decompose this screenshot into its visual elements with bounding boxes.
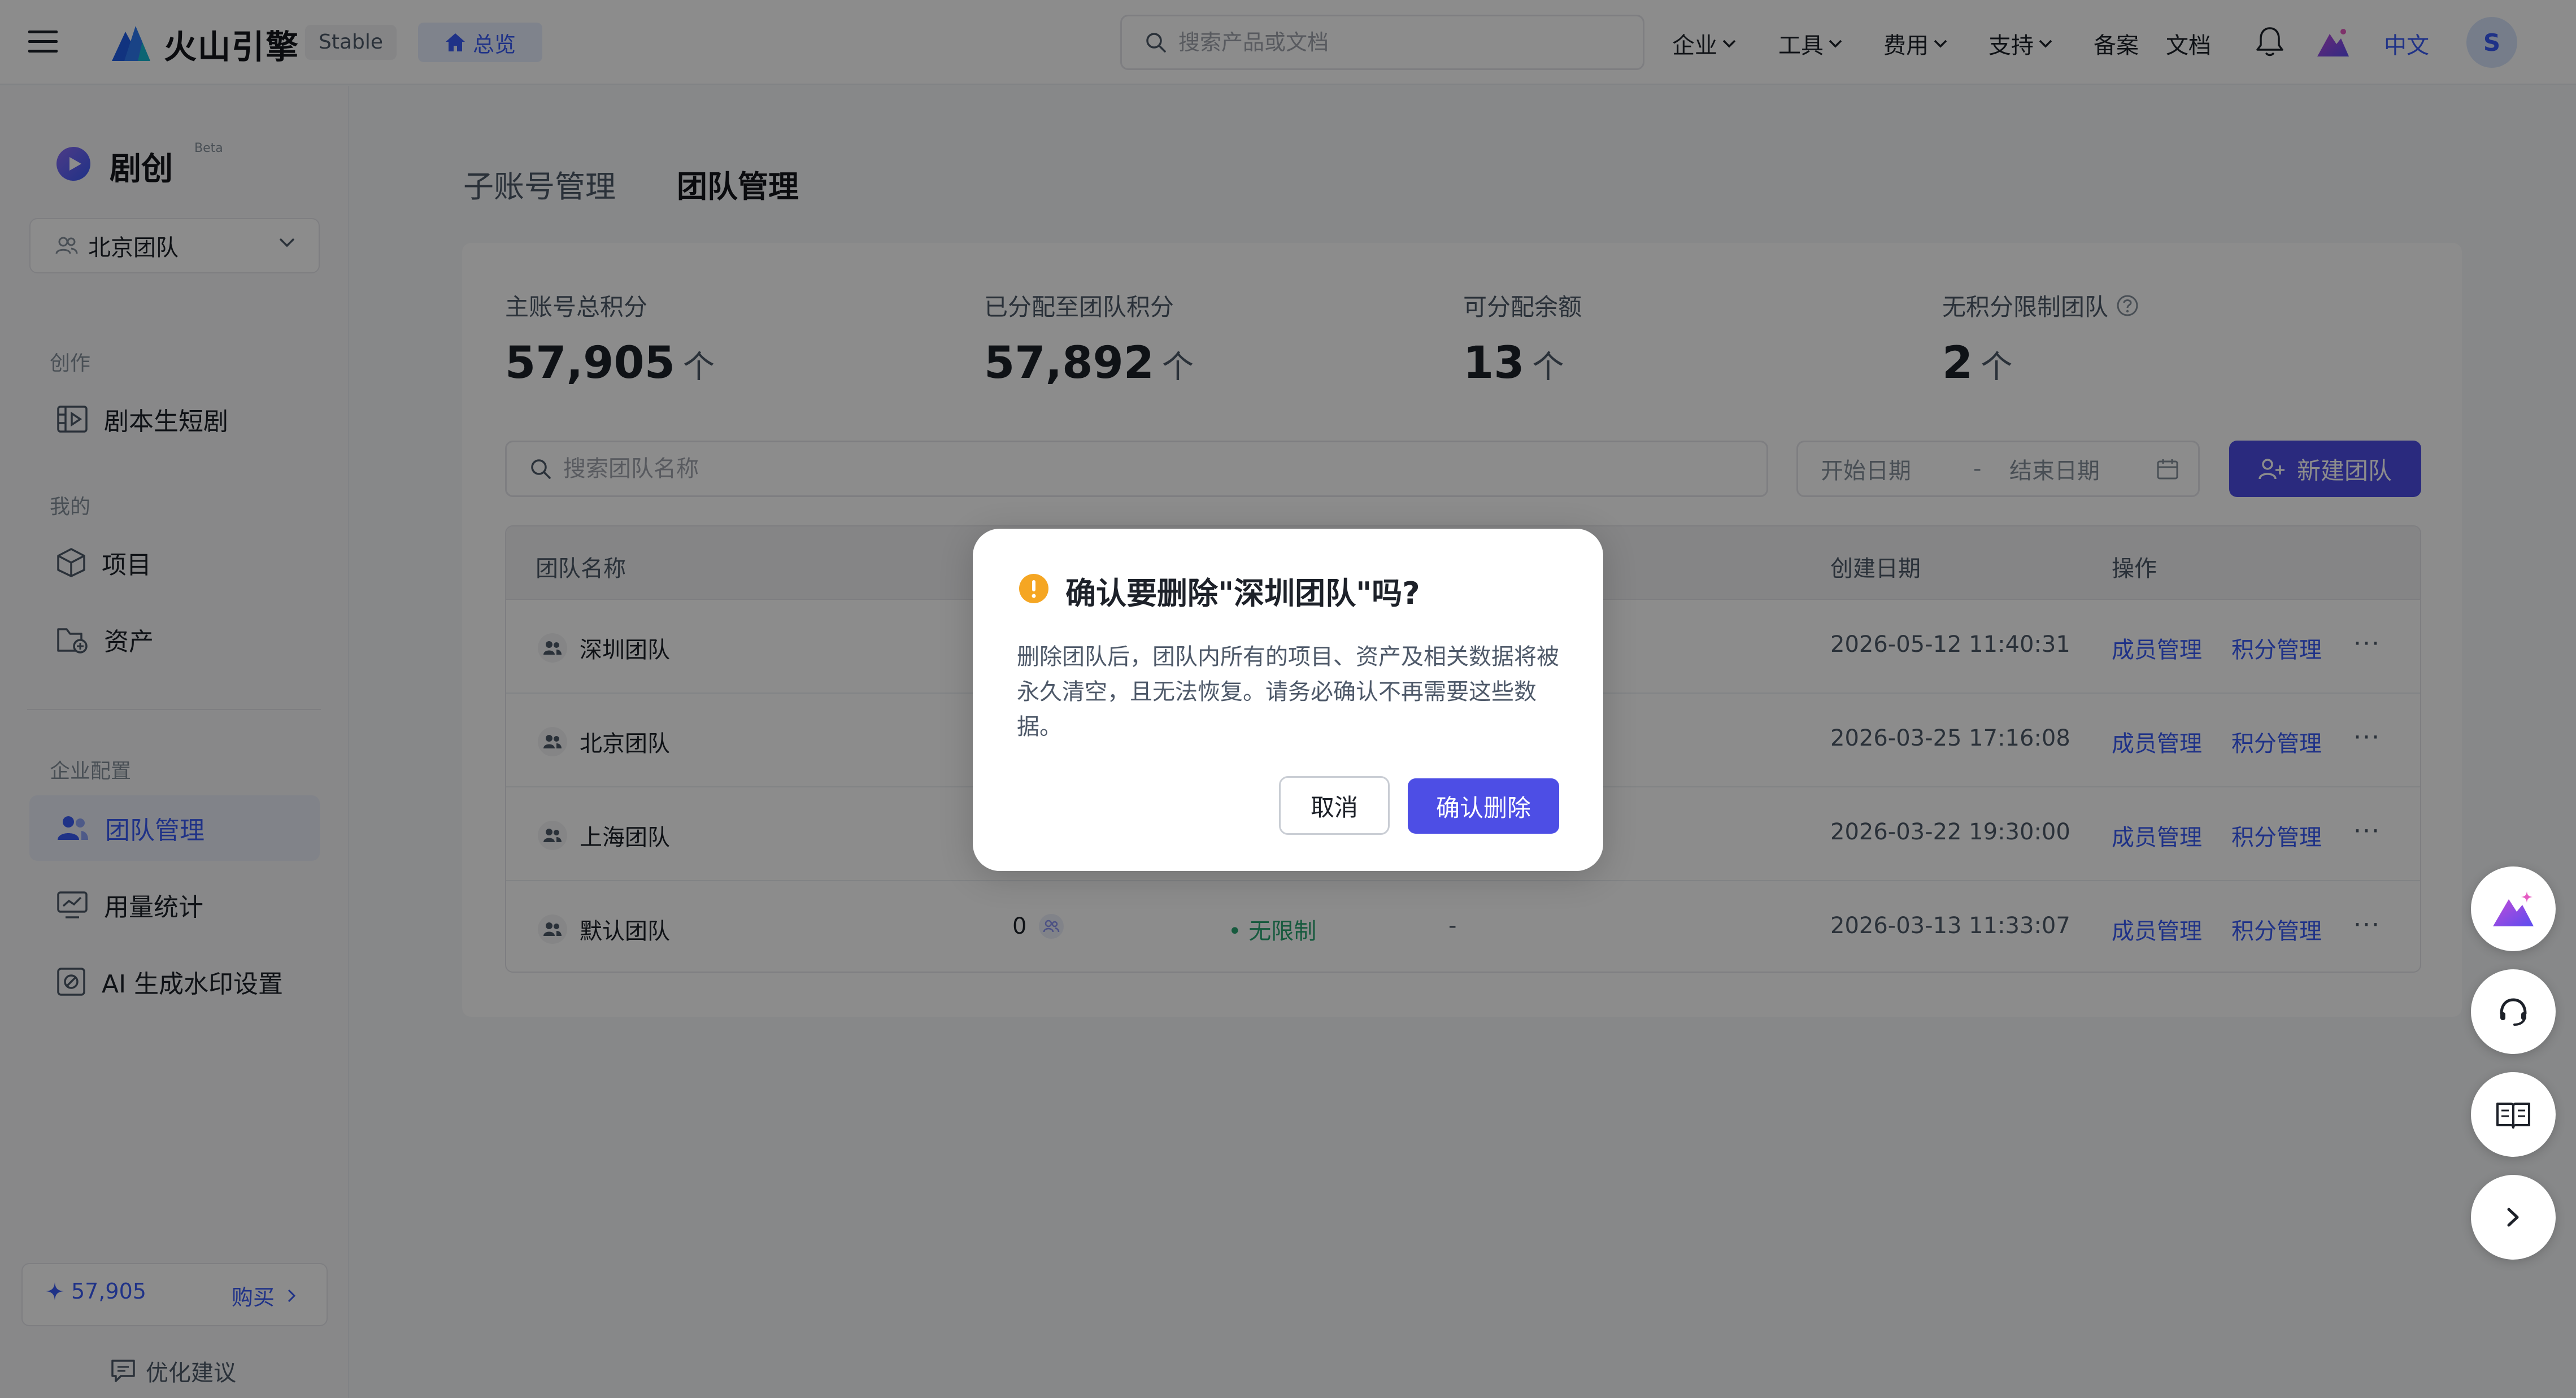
headset-icon (2496, 994, 2531, 1029)
customer-service-button[interactable] (2471, 969, 2556, 1054)
ai-assistant-button[interactable] (2471, 866, 2556, 951)
warning-icon (1018, 573, 1050, 604)
ai-mountain-icon (2491, 889, 2536, 929)
cancel-button[interactable]: 取消 (1279, 776, 1390, 835)
expand-button[interactable] (2471, 1175, 2556, 1260)
confirm-delete-button[interactable]: 确认删除 (1408, 778, 1559, 834)
dialog-title: 确认要删除"深圳团队"吗? (1065, 576, 1420, 611)
book-icon (2495, 1099, 2531, 1130)
docs-button[interactable] (2471, 1072, 2556, 1157)
delete-confirm-dialog: 确认要删除"深圳团队"吗? 删除团队后，团队内所有的项目、资产及相关数据将被永久… (973, 529, 1603, 871)
dialog-message: 删除团队后，团队内所有的项目、资产及相关数据将被永久清空，且无法恢复。请务必确认… (1017, 644, 1559, 740)
chevron-right-icon (2506, 1206, 2521, 1229)
